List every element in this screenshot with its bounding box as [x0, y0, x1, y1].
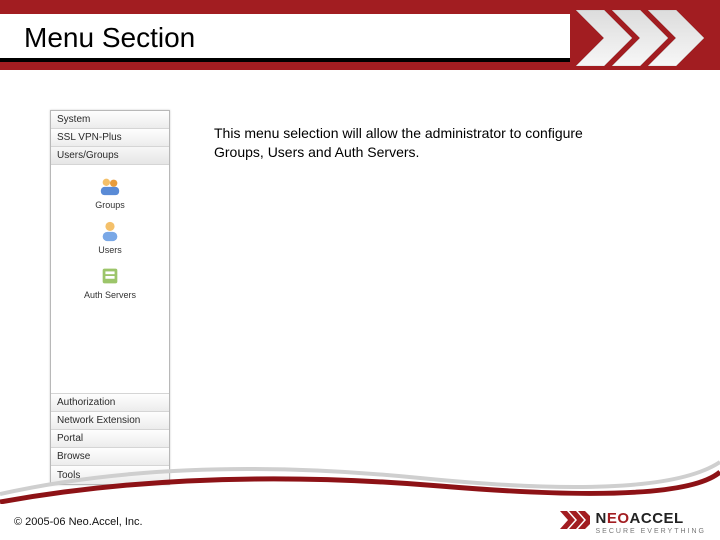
brand-name-pre: N [596, 510, 607, 527]
menu-spacer [51, 314, 169, 394]
explanation-text: This menu selection will allow the admin… [214, 124, 594, 162]
menu-item-label: Portal [57, 433, 83, 444]
brand: NEOACCEL SECURE EVERYTHING [560, 507, 707, 538]
menu-item-label: Authorization [57, 397, 115, 408]
brand-name-post: ACCEL [630, 510, 684, 527]
menu-item-label: Tools [57, 470, 80, 481]
copyright: © 2005-06 Neo.Accel, Inc. [14, 516, 143, 528]
menu-item-portal[interactable]: Portal [51, 430, 169, 448]
menu-item-network-extension[interactable]: Network Extension [51, 412, 169, 430]
page-title: Menu Section [0, 14, 570, 54]
submenu-item-auth-servers[interactable]: Auth Servers [51, 259, 169, 304]
menu-item-label: Network Extension [57, 415, 140, 426]
menu-item-users-groups[interactable]: Users/Groups [51, 147, 169, 165]
footer: © 2005-06 Neo.Accel, Inc. NEOACCEL SECUR… [0, 504, 720, 540]
menu-item-label: Users/Groups [57, 150, 119, 161]
menu-panel: System SSL VPN-Plus Users/Groups Groups … [50, 110, 170, 485]
brand-name-accent: EO [607, 510, 630, 527]
groups-icon [99, 175, 121, 197]
header-arrows-icon [574, 10, 704, 71]
submenu-users-groups: Groups Users Auth Servers [51, 165, 169, 314]
submenu-item-label: Auth Servers [84, 290, 136, 300]
menu-item-system[interactable]: System [51, 111, 169, 129]
submenu-item-users[interactable]: Users [51, 214, 169, 259]
menu-item-label: SSL VPN-Plus [57, 132, 122, 143]
brand-text: NEOACCEL SECURE EVERYTHING [596, 510, 707, 535]
title-bar: Menu Section [0, 14, 570, 62]
users-icon [99, 220, 121, 242]
menu-item-tools[interactable]: Tools [51, 466, 169, 484]
menu-item-label: System [57, 114, 90, 125]
menu-item-label: Browse [57, 451, 90, 462]
auth-servers-icon [99, 265, 121, 287]
menu-item-authorization[interactable]: Authorization [51, 394, 169, 412]
menu-item-ssl-vpn-plus[interactable]: SSL VPN-Plus [51, 129, 169, 147]
main-area: System SSL VPN-Plus Users/Groups Groups … [0, 70, 720, 490]
submenu-item-label: Groups [95, 200, 125, 210]
brand-tagline: SECURE EVERYTHING [596, 528, 707, 535]
submenu-item-label: Users [98, 245, 122, 255]
menu-item-browse[interactable]: Browse [51, 448, 169, 466]
submenu-item-groups[interactable]: Groups [51, 169, 169, 214]
brand-logo-icon [560, 507, 590, 538]
